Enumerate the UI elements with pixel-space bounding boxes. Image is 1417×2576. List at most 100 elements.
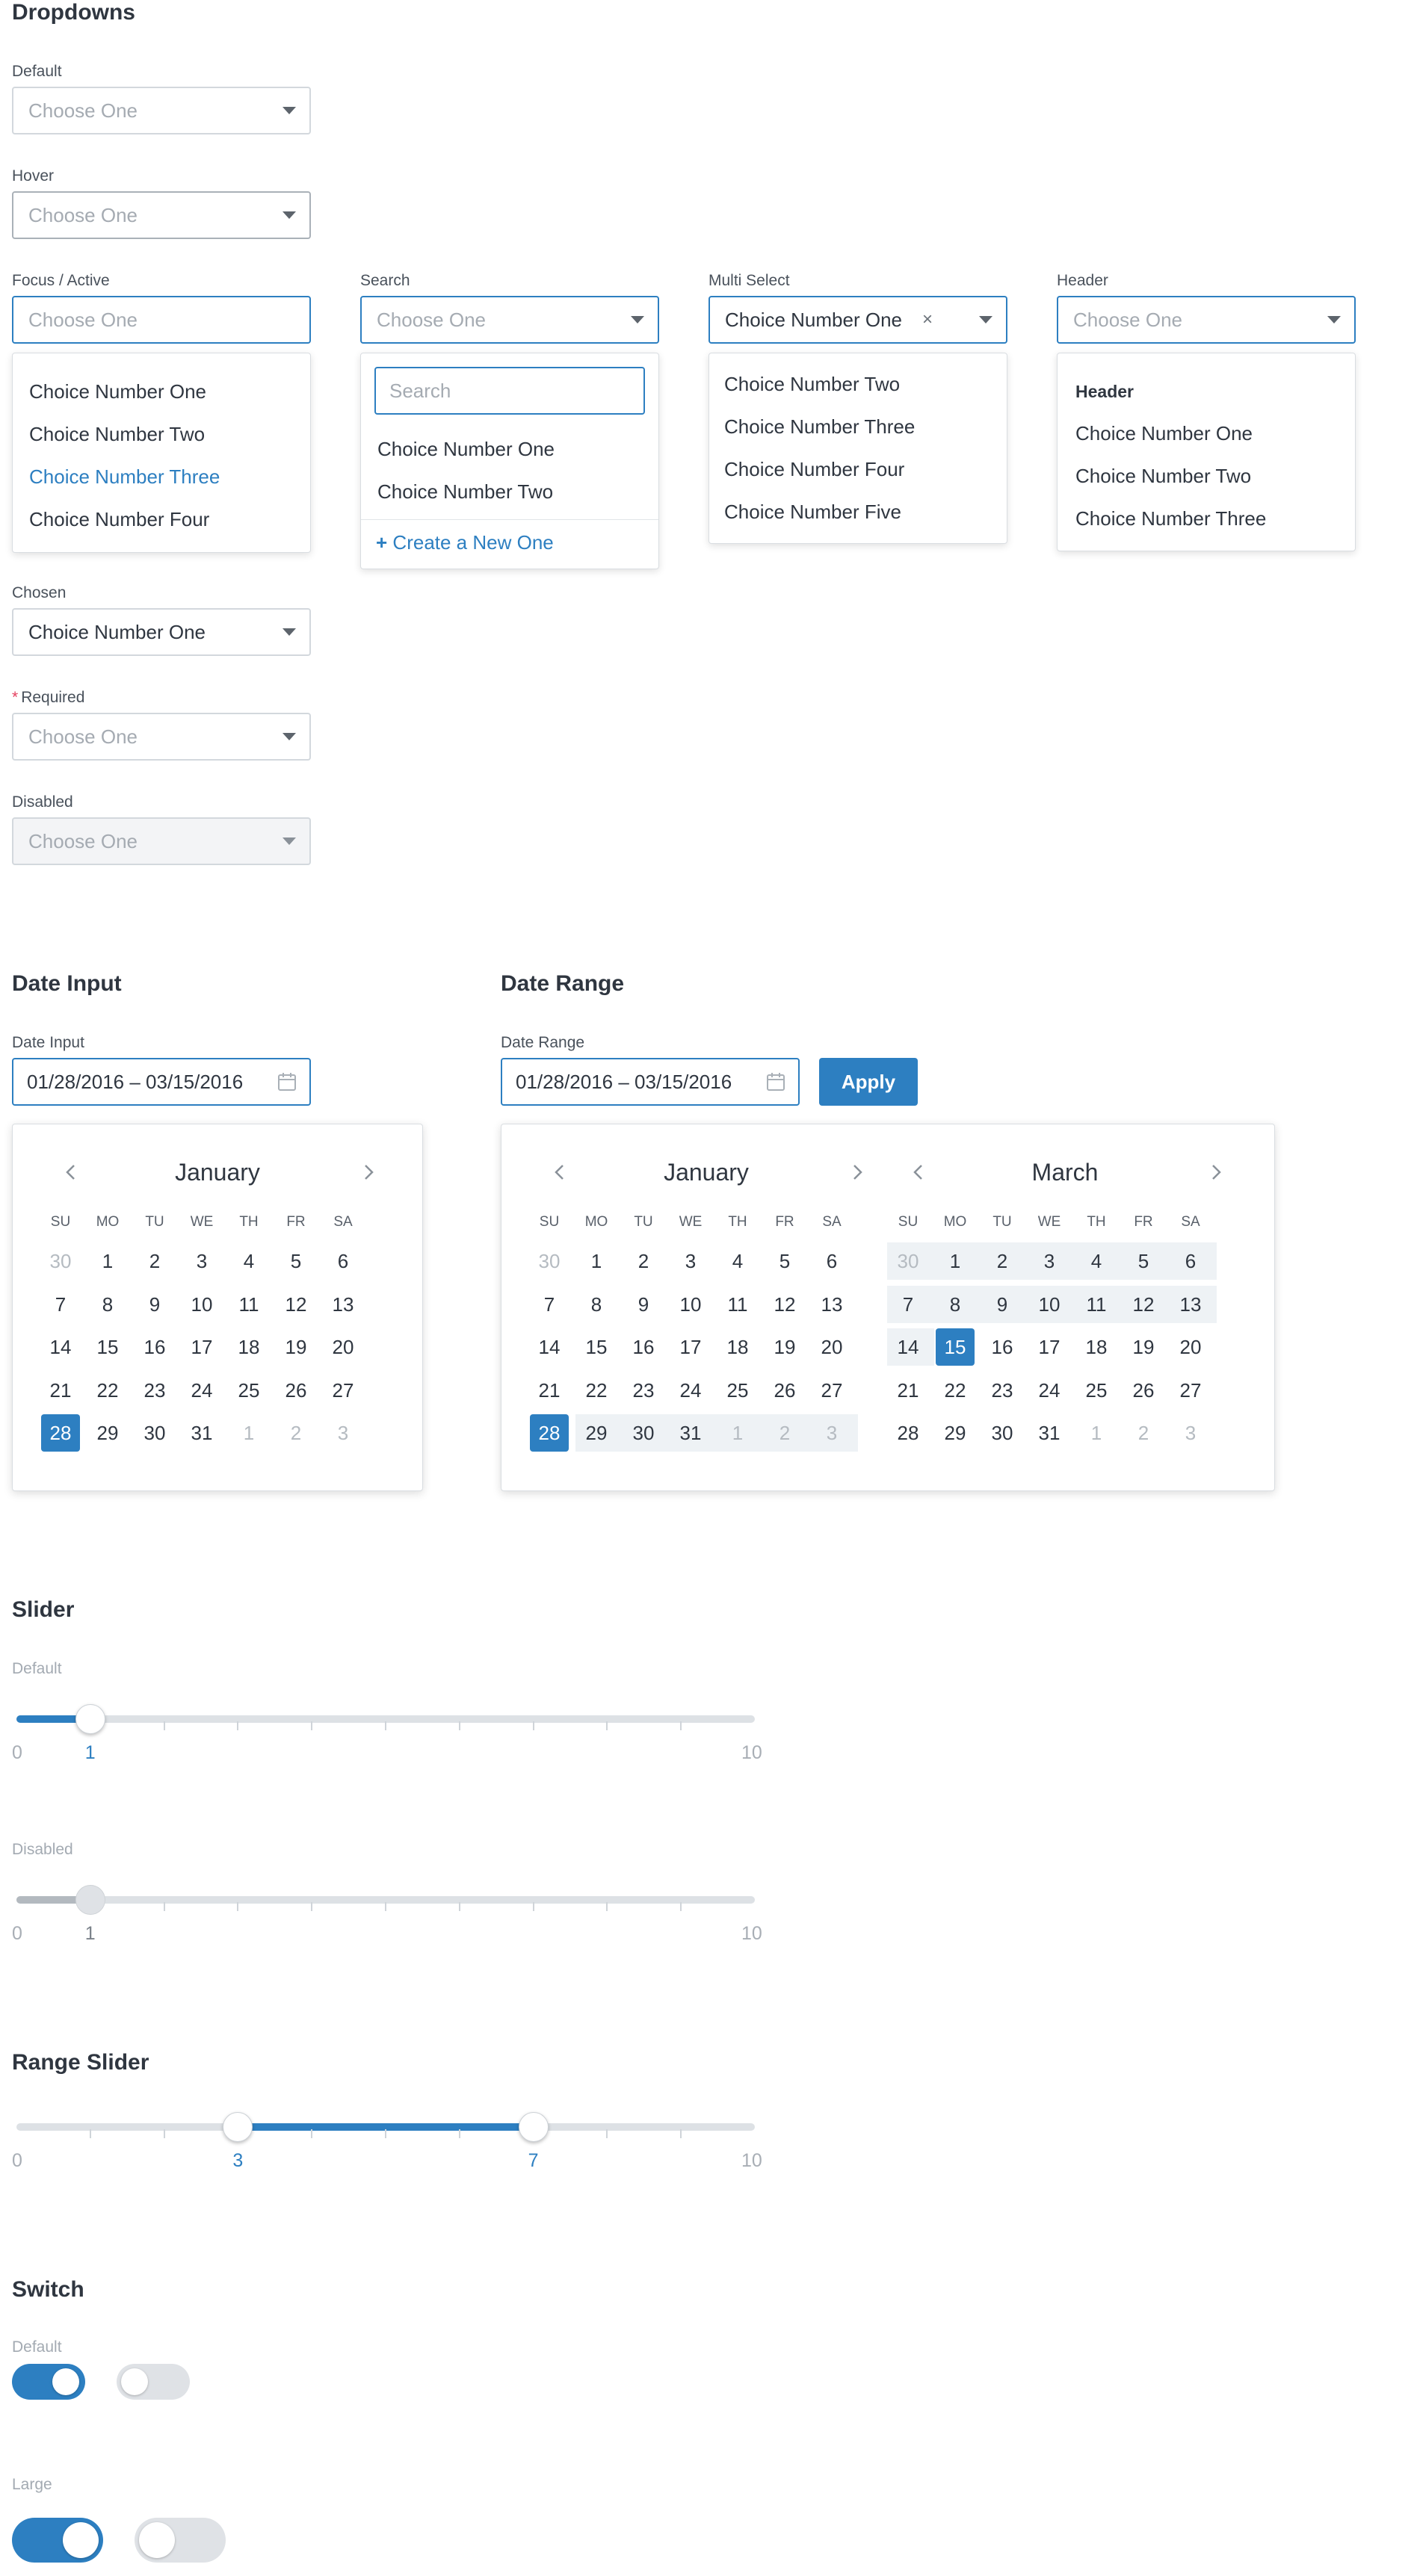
- calendar-day[interactable]: 12: [765, 1286, 804, 1323]
- calendar-day[interactable]: 30: [135, 1414, 174, 1452]
- calendar-day[interactable]: 27: [324, 1372, 362, 1409]
- calendar-day[interactable]: 5: [1124, 1242, 1163, 1280]
- dropdown-chosen[interactable]: Choice Number One: [12, 608, 311, 656]
- calendar-day[interactable]: 30: [889, 1242, 927, 1280]
- menu-option[interactable]: Choice Number Five: [724, 501, 901, 524]
- calendar-day[interactable]: 20: [324, 1328, 362, 1366]
- calendar-day[interactable]: 13: [324, 1286, 362, 1323]
- calendar-day[interactable]: 21: [530, 1372, 569, 1409]
- calendar-day[interactable]: 1: [1077, 1414, 1116, 1452]
- calendar-day[interactable]: 19: [277, 1328, 315, 1366]
- date-input-field[interactable]: 01/28/2016 – 03/15/2016: [12, 1058, 311, 1106]
- calendar-day[interactable]: 5: [277, 1242, 315, 1280]
- calendar-day[interactable]: 20: [812, 1328, 851, 1366]
- slider-default[interactable]: 0 1 10: [12, 1700, 762, 1768]
- calendar-day[interactable]: 1: [229, 1414, 268, 1452]
- menu-option[interactable]: Choice Number One: [377, 438, 555, 461]
- chevron-left-icon[interactable]: [62, 1163, 80, 1181]
- calendar-day[interactable]: 10: [671, 1286, 710, 1323]
- calendar-day[interactable]: 18: [229, 1328, 268, 1366]
- calendar-day[interactable]: 31: [671, 1414, 710, 1452]
- range-handle-high[interactable]: [518, 2112, 549, 2142]
- calendar-day[interactable]: 6: [1171, 1242, 1210, 1280]
- calendar-day[interactable]: 8: [88, 1286, 127, 1323]
- calendar-day[interactable]: 23: [983, 1372, 1022, 1409]
- clear-icon[interactable]: ×: [922, 297, 933, 342]
- chevron-right-icon[interactable]: [1207, 1163, 1225, 1181]
- calendar-day[interactable]: 30: [41, 1242, 80, 1280]
- menu-option[interactable]: Choice Number Three: [1075, 507, 1266, 530]
- calendar-day[interactable]: 17: [1030, 1328, 1069, 1366]
- dropdown-hover[interactable]: Choose One: [12, 191, 311, 239]
- calendar-day[interactable]: 30: [530, 1242, 569, 1280]
- calendar-day[interactable]: 3: [1030, 1242, 1069, 1280]
- calendar-day[interactable]: 1: [577, 1242, 616, 1280]
- calendar-day[interactable]: 2: [135, 1242, 174, 1280]
- calendar-day[interactable]: 25: [1077, 1372, 1116, 1409]
- menu-option[interactable]: Choice Number Four: [29, 508, 209, 531]
- calendar-day[interactable]: 24: [182, 1372, 221, 1409]
- menu-option[interactable]: Choice Number Two: [724, 373, 900, 396]
- calendar-day[interactable]: 31: [1030, 1414, 1069, 1452]
- calendar-day[interactable]: 26: [277, 1372, 315, 1409]
- calendar-day[interactable]: 3: [324, 1414, 362, 1452]
- calendar-day[interactable]: 25: [718, 1372, 757, 1409]
- calendar-day[interactable]: 17: [182, 1328, 221, 1366]
- calendar-day[interactable]: 2: [624, 1242, 663, 1280]
- calendar-day[interactable]: 2: [765, 1414, 804, 1452]
- calendar-day[interactable]: 16: [624, 1328, 663, 1366]
- menu-option[interactable]: Choice Number One: [1075, 422, 1253, 445]
- calendar-day[interactable]: 30: [983, 1414, 1022, 1452]
- calendar-day[interactable]: 22: [577, 1372, 616, 1409]
- calendar-day[interactable]: 13: [1171, 1286, 1210, 1323]
- chevron-right-icon[interactable]: [848, 1163, 866, 1181]
- calendar-day[interactable]: 1: [936, 1242, 975, 1280]
- calendar-day[interactable]: 23: [135, 1372, 174, 1409]
- calendar-day[interactable]: 14: [530, 1328, 569, 1366]
- calendar-day[interactable]: 16: [135, 1328, 174, 1366]
- calendar-day[interactable]: 9: [135, 1286, 174, 1323]
- calendar-day[interactable]: 24: [671, 1372, 710, 1409]
- dropdown-focus[interactable]: Choose One: [12, 296, 311, 344]
- menu-option[interactable]: Choice Number Two: [377, 480, 553, 504]
- calendar-day[interactable]: 12: [277, 1286, 315, 1323]
- dropdown-header[interactable]: Choose One: [1057, 296, 1356, 344]
- calendar-day[interactable]: 26: [765, 1372, 804, 1409]
- dropdown-multi[interactable]: Choice Number One ×: [708, 296, 1007, 344]
- calendar-day[interactable]: 10: [182, 1286, 221, 1323]
- switch-large-off[interactable]: [135, 2518, 226, 2563]
- calendar-day[interactable]: 8: [577, 1286, 616, 1323]
- calendar-day[interactable]: 31: [182, 1414, 221, 1452]
- calendar-day[interactable]: 13: [812, 1286, 851, 1323]
- calendar-day[interactable]: 27: [812, 1372, 851, 1409]
- calendar-day[interactable]: 4: [229, 1242, 268, 1280]
- switch-default-off[interactable]: [117, 2364, 190, 2400]
- calendar-day[interactable]: 2: [277, 1414, 315, 1452]
- range-slider[interactable]: 0 3 7 10: [12, 2108, 762, 2176]
- calendar-day[interactable]: 21: [41, 1372, 80, 1409]
- slider-handle[interactable]: [75, 1704, 105, 1734]
- calendar-day[interactable]: 27: [1171, 1372, 1210, 1409]
- calendar-day[interactable]: 25: [229, 1372, 268, 1409]
- chevron-right-icon[interactable]: [359, 1163, 377, 1181]
- calendar-day[interactable]: 19: [765, 1328, 804, 1366]
- menu-option[interactable]: Choice Number One: [29, 380, 206, 403]
- calendar-day[interactable]: 1: [718, 1414, 757, 1452]
- calendar-day[interactable]: 19: [1124, 1328, 1163, 1366]
- calendar-day[interactable]: 18: [1077, 1328, 1116, 1366]
- calendar-day[interactable]: 24: [1030, 1372, 1069, 1409]
- calendar-day[interactable]: 11: [229, 1286, 268, 1323]
- calendar-day[interactable]: 22: [936, 1372, 975, 1409]
- calendar-day[interactable]: 18: [718, 1328, 757, 1366]
- calendar-day[interactable]: 8: [936, 1286, 975, 1323]
- calendar-day[interactable]: 6: [324, 1242, 362, 1280]
- calendar-day[interactable]: 15: [577, 1328, 616, 1366]
- calendar-day[interactable]: 20: [1171, 1328, 1210, 1366]
- calendar-icon[interactable]: [765, 1071, 786, 1092]
- calendar-day[interactable]: 3: [671, 1242, 710, 1280]
- calendar-day[interactable]: 12: [1124, 1286, 1163, 1323]
- dropdown-default[interactable]: Choose One: [12, 87, 311, 134]
- calendar-day[interactable]: 28: [889, 1414, 927, 1452]
- menu-option[interactable]: Choice Number Four: [724, 458, 904, 481]
- calendar-icon[interactable]: [277, 1071, 297, 1092]
